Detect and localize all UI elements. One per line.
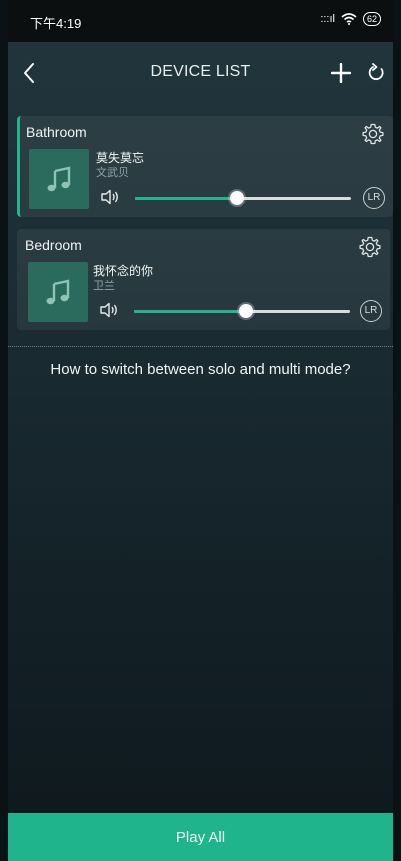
track-artist: 卫兰 (93, 280, 115, 292)
track-artist: 文武贝 (96, 167, 129, 179)
status-icons: :::ıl 62 (320, 12, 381, 26)
gear-icon (362, 123, 384, 145)
refresh-button[interactable] (362, 58, 390, 88)
volume-slider[interactable] (134, 304, 350, 318)
device-settings-button[interactable] (361, 122, 385, 146)
channel-button[interactable]: LR (363, 187, 385, 209)
add-device-button[interactable] (326, 58, 356, 88)
app-window: 下午4:19 :::ıl 62 DEVICE LIST Bathroom 莫失莫… (8, 0, 393, 861)
wifi-icon (341, 13, 357, 25)
volume-slider[interactable] (135, 191, 351, 205)
volume-knob[interactable] (239, 304, 254, 318)
device-card[interactable]: Bathroom 莫失莫忘 文武贝 LR (17, 116, 393, 217)
device-name: Bedroom (25, 237, 82, 253)
add-icon (331, 63, 351, 83)
volume-fill (134, 310, 247, 313)
status-time: 下午4:19 (30, 16, 82, 31)
device-name: Bathroom (26, 124, 87, 140)
device-settings-button[interactable] (358, 235, 382, 259)
volume-knob[interactable] (229, 191, 244, 205)
music-note-icon (47, 166, 71, 192)
channel-button[interactable]: LR (360, 300, 382, 322)
signal-icon: :::ıl (320, 13, 335, 25)
album-art[interactable] (28, 262, 88, 322)
status-bar: 下午4:19 :::ıl 62 (8, 0, 393, 42)
speaker-icon (101, 189, 118, 205)
refresh-icon (368, 63, 384, 81)
speaker-icon (100, 302, 117, 318)
play-all-label: Play All (175, 828, 226, 846)
divider (8, 346, 393, 347)
album-art[interactable] (29, 149, 89, 209)
mute-button[interactable] (100, 188, 122, 206)
mute-button[interactable] (99, 301, 121, 319)
volume-fill (135, 197, 237, 200)
mode-help-link[interactable]: How to switch between solo and multi mod… (8, 361, 393, 378)
play-all-button[interactable]: Play All (8, 813, 393, 861)
battery-indicator: 62 (362, 12, 381, 26)
header: DEVICE LIST (8, 42, 393, 104)
gear-icon (359, 236, 381, 258)
music-note-icon (46, 279, 70, 305)
device-card[interactable]: Bedroom 我怀念的你 卫兰 LR (17, 229, 390, 330)
